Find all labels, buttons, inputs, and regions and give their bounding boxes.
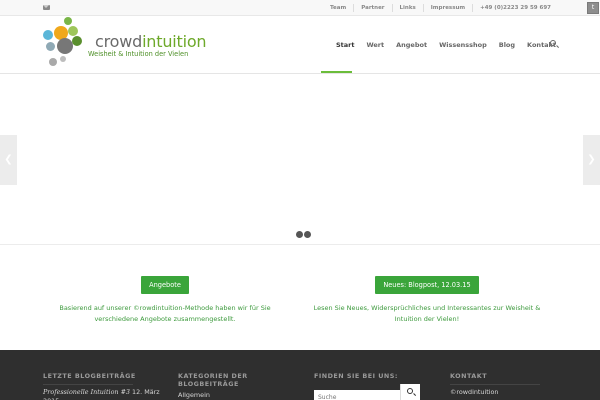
- post-title: Professionelle Intuition #3: [43, 388, 130, 396]
- phone-number: +49 (0)2223 29 59 697: [472, 4, 558, 12]
- search-icon[interactable]: [550, 40, 556, 46]
- footer-search-input[interactable]: [314, 389, 400, 400]
- logo-tagline: Weisheit & Intuition der Vielen: [88, 50, 189, 58]
- slider-next-button[interactable]: ❯: [583, 135, 600, 185]
- logo-dot: [72, 36, 82, 46]
- offers-button[interactable]: Angebote: [141, 276, 189, 294]
- slider-bullet[interactable]: [296, 231, 303, 238]
- nav-item-wert[interactable]: Wert: [360, 32, 390, 58]
- mail-icon[interactable]: [43, 5, 50, 10]
- logo-dot: [68, 26, 78, 36]
- logo-word-intuition: intuition: [142, 32, 207, 51]
- post-date: 12. März: [130, 388, 160, 396]
- logo-dot: [49, 58, 57, 66]
- new-blogpost-button[interactable]: Neues: Blogpost, 12.03.15: [375, 276, 479, 294]
- category-link[interactable]: Allgemein: [178, 391, 298, 400]
- footer-heading: LETZTE BLOGBEITRÄGE: [43, 372, 136, 380]
- topnav-links-link[interactable]: Links: [391, 4, 423, 12]
- site-footer: LETZTE BLOGBEITRÄGE Professionelle Intui…: [0, 350, 600, 400]
- topnav-team-link[interactable]: Team: [323, 4, 353, 12]
- slider-pager: [296, 231, 311, 238]
- nav-item-blog[interactable]: Blog: [493, 32, 521, 58]
- logo-dot: [57, 38, 73, 54]
- active-nav-indicator: [321, 71, 352, 73]
- nav-item-angebot[interactable]: Angebot: [390, 32, 433, 58]
- chevron-right-icon: ❯: [587, 154, 596, 165]
- logo-dot: [60, 56, 66, 62]
- nav-item-wissensshop[interactable]: Wissensshop: [433, 32, 493, 58]
- footer-heading: KATEGORIEN DER: [178, 372, 248, 380]
- logo-dot: [43, 30, 53, 40]
- footer-heading: FINDEN SIE BEI UNS:: [314, 372, 398, 380]
- hero-slider: ❮ ❯: [0, 75, 600, 245]
- cta-blog: Neues: Blogpost, 12.03.15 Lesen Sie Neue…: [307, 272, 547, 325]
- footer-divider: [450, 384, 540, 385]
- blog-description: Lesen Sie Neues, Widersprüchliches und I…: [313, 304, 541, 323]
- site-header: crowdintuition Weisheit & Intuition der …: [0, 16, 600, 74]
- footer-divider: [43, 384, 133, 385]
- topnav-impressum-link[interactable]: Impressum: [422, 4, 472, 12]
- logo-wordmark: crowdintuition: [95, 32, 207, 51]
- top-bar: Team Partner Links Impressum +49 (0)2223…: [0, 0, 600, 16]
- chevron-left-icon: ❮: [4, 154, 13, 165]
- footer-post-link[interactable]: Professionelle Intuition #3 12. März: [43, 388, 163, 397]
- slider-bullet[interactable]: [304, 231, 311, 238]
- main-nav: Start Wert Angebot Wissensshop Blog Kont…: [330, 32, 562, 58]
- search-icon: [407, 388, 413, 394]
- contact-line: ©rowdintuition: [450, 388, 499, 396]
- top-nav: Team Partner Links Impressum +49 (0)2223…: [323, 0, 558, 16]
- footer-heading: KONTAKT: [450, 372, 488, 380]
- footer-search: [314, 384, 420, 400]
- cta-offers: Angebote Basierend auf unserer ©rowdintu…: [45, 272, 285, 325]
- logo-dot: [46, 42, 55, 51]
- nav-item-start[interactable]: Start: [330, 32, 361, 58]
- site-logo[interactable]: crowdintuition Weisheit & Intuition der …: [42, 17, 207, 70]
- twitter-icon[interactable]: t: [587, 2, 599, 14]
- logo-word-crowd: crowd: [95, 32, 143, 51]
- footer-contact: KONTAKT ©rowdintuition: [450, 372, 570, 397]
- footer-search-button[interactable]: [400, 384, 420, 400]
- footer-find-us: FINDEN SIE BEI UNS:: [314, 372, 434, 380]
- slider-prev-button[interactable]: ❮: [0, 135, 17, 185]
- footer-categories: KATEGORIEN DER BLOGBEITRÄGE Allgemein: [178, 372, 298, 400]
- logo-dot: [64, 17, 72, 25]
- footer-latest-posts: LETZTE BLOGBEITRÄGE Professionelle Intui…: [43, 372, 163, 400]
- footer-heading: BLOGBEITRÄGE: [178, 380, 239, 388]
- topnav-partner-link[interactable]: Partner: [353, 4, 391, 12]
- offers-description: Basierend auf unserer ©rowdintuition-Met…: [59, 304, 271, 323]
